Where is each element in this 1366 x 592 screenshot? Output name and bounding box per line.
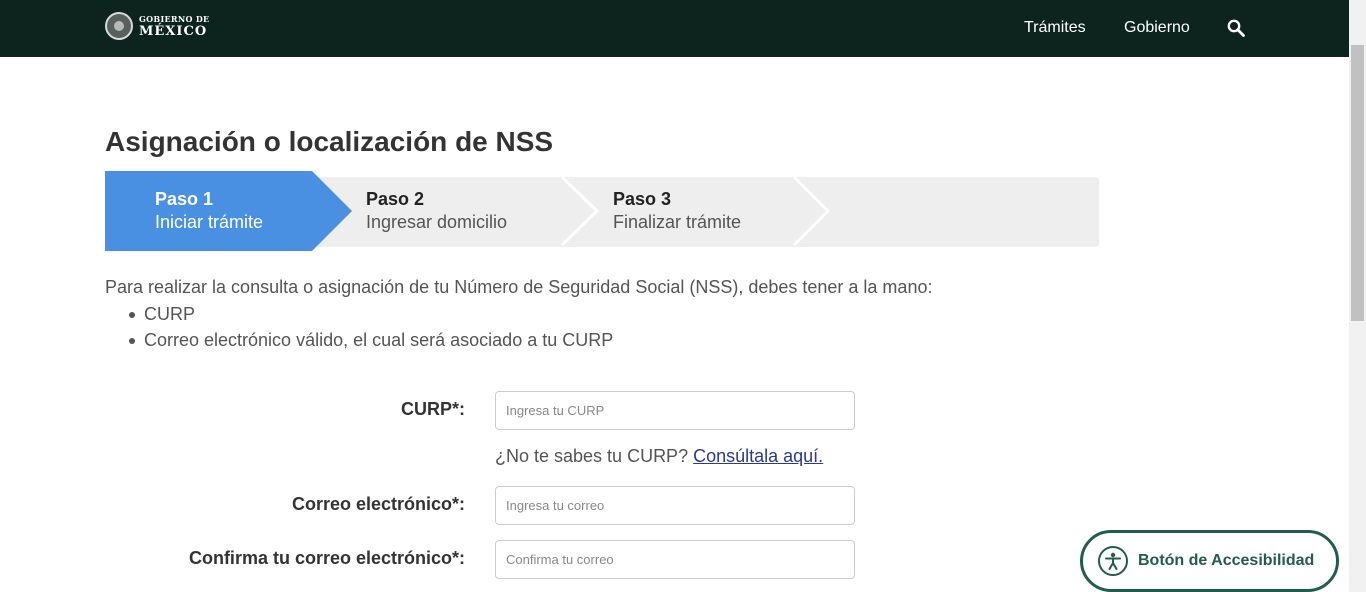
- step-3-subtitle: Finalizar trámite: [613, 212, 742, 232]
- intro-text: Para realizar la consulta o asignación d…: [105, 277, 933, 297]
- curp-input[interactable]: [495, 391, 855, 430]
- nav-gobierno-wrap: Gobierno: [1124, 19, 1190, 37]
- list-item: CURP: [124, 303, 613, 329]
- stepper: Paso 1 Iniciar trámite Paso 2 Ingresar d…: [105, 171, 1099, 251]
- step-2: Paso 2 Ingresar domicilio: [352, 171, 582, 251]
- requirements-list: CURP Correo electrónico válido, el cual …: [124, 303, 613, 355]
- accessibility-icon: [1098, 546, 1128, 576]
- nav-link-gobierno[interactable]: Gobierno: [1124, 19, 1190, 37]
- accessibility-label: Botón de Accesibilidad: [1138, 552, 1315, 569]
- step-2-subtitle: Ingresar domicilio: [366, 212, 508, 232]
- page-scrollbar[interactable]: [1349, 0, 1366, 592]
- step-3: Paso 3 Finalizar trámite: [582, 171, 812, 251]
- accessibility-button[interactable]: Botón de Accesibilidad: [1080, 530, 1339, 592]
- step-1: Paso 1 Iniciar trámite: [105, 171, 352, 251]
- logo-line1: GOBIERNO DE: [139, 13, 210, 24]
- list-item: Correo electrónico válido, el cual será …: [124, 329, 613, 355]
- nav-tramites-wrap: Trámites: [1024, 19, 1086, 37]
- email-label: Correo electrónico*:: [291, 494, 465, 514]
- email-confirm-input[interactable]: [495, 540, 855, 579]
- curp-help: ¿No te sabes tu CURP? Consúltala aquí.: [495, 446, 823, 467]
- nav-link-tramites[interactable]: Trámites: [1024, 19, 1086, 37]
- step-3-title: Paso 3: [613, 189, 672, 209]
- scrollbar-thumb[interactable]: [1351, 45, 1364, 321]
- consulta-curp-link[interactable]: Consúltala aquí.: [693, 446, 823, 466]
- logo-line2: MÉXICO: [139, 23, 208, 39]
- search-icon[interactable]: [1227, 19, 1245, 37]
- page-title: Asignación o localización de NSS: [105, 126, 554, 157]
- curp-help-text: ¿No te sabes tu CURP?: [495, 446, 689, 466]
- top-navbar: GOBIERNO DE MÉXICO Trámites Gobierno: [0, 0, 1349, 57]
- email-confirm-label: Confirma tu correo electrónico*:: [188, 548, 465, 568]
- step-1-subtitle: Iniciar trámite: [155, 212, 264, 232]
- gobierno-logo[interactable]: GOBIERNO DE MÉXICO: [105, 12, 209, 40]
- step-1-title: Paso 1: [155, 189, 214, 209]
- seal-icon: [105, 12, 133, 40]
- logo-text: GOBIERNO DE MÉXICO: [139, 15, 209, 38]
- step-2-title: Paso 2: [366, 189, 425, 209]
- email-input[interactable]: [495, 486, 855, 525]
- curp-label: CURP*:: [400, 399, 465, 419]
